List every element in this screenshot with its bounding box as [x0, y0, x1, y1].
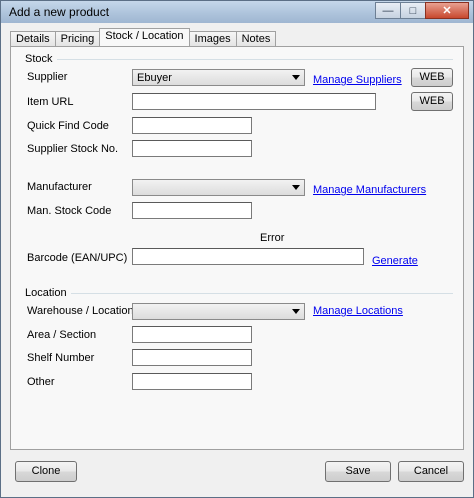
warehouse-select[interactable]	[132, 303, 305, 320]
item-url-label: Item URL	[27, 96, 74, 108]
area-section-input[interactable]	[132, 326, 252, 343]
man-stock-label: Man. Stock Code	[27, 205, 112, 217]
stock-group-divider	[57, 59, 453, 60]
other-input[interactable]	[132, 373, 252, 390]
supplier-select-value: Ebuyer	[137, 72, 172, 84]
other-label: Other	[27, 376, 55, 388]
man-stock-input[interactable]	[132, 202, 252, 219]
shelf-number-label: Shelf Number	[27, 352, 95, 364]
tab-images[interactable]: Images	[188, 31, 237, 46]
item-url-input[interactable]	[132, 93, 376, 110]
warehouse-label: Warehouse / Location	[27, 305, 134, 317]
minimize-icon: —	[382, 4, 394, 17]
add-product-window: Add a new product — □ ✕ Details Pricing …	[0, 0, 474, 498]
window-title: Add a new product	[9, 5, 110, 19]
maximize-icon: □	[409, 4, 417, 17]
barcode-label: Barcode (EAN/UPC)	[27, 252, 128, 264]
manage-suppliers-link[interactable]: Manage Suppliers	[313, 74, 402, 86]
cancel-button[interactable]: Cancel	[398, 461, 464, 482]
barcode-error-text: Error	[260, 232, 285, 244]
tab-stock-location[interactable]: Stock / Location	[99, 28, 190, 46]
supplier-stock-label: Supplier Stock No.	[27, 143, 119, 155]
minimize-button[interactable]: —	[375, 2, 401, 19]
manage-manufacturers-link[interactable]: Manage Manufacturers	[313, 184, 426, 196]
close-icon: ✕	[442, 5, 452, 17]
manufacturer-label: Manufacturer	[27, 181, 92, 193]
chevron-down-icon	[292, 185, 300, 190]
location-group-label: Location	[25, 287, 67, 299]
manage-locations-link[interactable]: Manage Locations	[313, 305, 403, 317]
shelf-number-input[interactable]	[132, 349, 252, 366]
manufacturer-select[interactable]	[132, 179, 305, 196]
title-bar[interactable]: Add a new product — □ ✕	[1, 1, 473, 23]
supplier-label: Supplier	[27, 71, 68, 83]
location-group-divider	[71, 293, 453, 294]
supplier-select[interactable]: Ebuyer	[132, 69, 305, 86]
tab-notes[interactable]: Notes	[235, 31, 277, 46]
supplier-web-button[interactable]: WEB	[411, 68, 453, 87]
chevron-down-icon	[292, 309, 300, 314]
tab-details[interactable]: Details	[10, 31, 56, 46]
save-button[interactable]: Save	[325, 461, 391, 482]
barcode-input[interactable]	[132, 248, 364, 265]
item-url-web-button[interactable]: WEB	[411, 92, 453, 111]
supplier-stock-input[interactable]	[132, 140, 252, 157]
chevron-down-icon	[292, 75, 300, 80]
quick-find-label: Quick Find Code	[27, 120, 109, 132]
clone-button[interactable]: Clone	[15, 461, 77, 482]
close-button[interactable]: ✕	[425, 2, 469, 19]
tab-pricing[interactable]: Pricing	[54, 31, 101, 46]
stock-group-label: Stock	[25, 53, 53, 65]
generate-barcode-link[interactable]: Generate	[372, 255, 418, 267]
window-controls: — □ ✕	[375, 2, 469, 19]
maximize-button[interactable]: □	[400, 2, 426, 19]
tab-strip: Details Pricing Stock / Location Images …	[10, 28, 277, 46]
stock-location-panel: Stock Supplier Ebuyer Manage Suppliers W…	[10, 46, 464, 450]
area-section-label: Area / Section	[27, 329, 97, 341]
quick-find-input[interactable]	[132, 117, 252, 134]
